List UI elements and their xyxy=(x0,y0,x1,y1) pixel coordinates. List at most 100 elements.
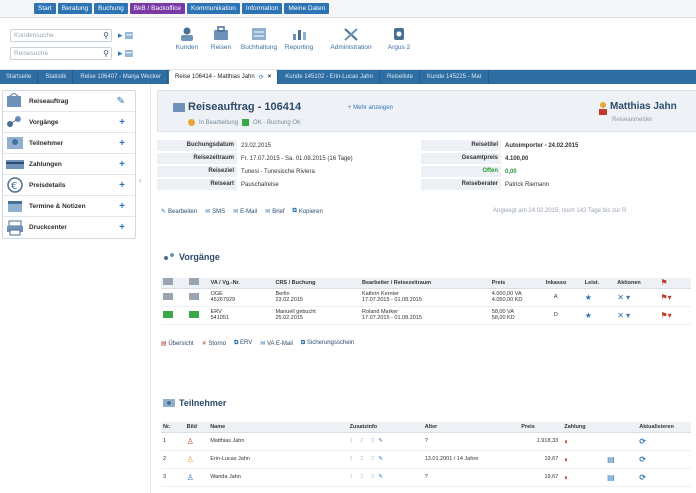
service-icon[interactable]: ★ xyxy=(585,293,592,302)
letter-button[interactable]: ✉ Brief xyxy=(265,208,284,216)
page-title: Reiseauftrag - 106414 xyxy=(188,101,302,113)
tab-kunde-145225[interactable]: Kunde 145225 - Mar xyxy=(421,70,489,84)
payment-icon[interactable]: ◐ xyxy=(564,473,569,482)
play-icon[interactable]: ▸ xyxy=(118,48,123,59)
email-icon: ✉ xyxy=(233,209,239,215)
info-open: Offen 0,00 xyxy=(421,166,517,177)
menu-backoffice[interactable]: BkB / Backoffice xyxy=(129,3,186,14)
cancel-icon: ✕ xyxy=(201,341,207,347)
person-icon xyxy=(599,102,607,115)
customer-search-input[interactable]: Kundensuche ⚲ xyxy=(10,29,112,42)
info-title: Reisetitel Autoimporter - 24.02.2015 xyxy=(421,140,578,151)
overview-button[interactable]: ▤ Übersicht xyxy=(161,340,194,347)
tab-kunde-145102[interactable]: Kunde 145102 - Erin-Lucas Jahn xyxy=(279,70,380,84)
payment-icon[interactable]: ◐ xyxy=(564,437,569,446)
service-icon[interactable]: ★ xyxy=(585,311,592,320)
edit-icon[interactable]: ✎ xyxy=(378,456,383,462)
update-icon[interactable]: ⟳ xyxy=(639,437,646,446)
row-type-icon xyxy=(163,292,173,300)
payments-icon xyxy=(6,160,24,169)
menu-buchung[interactable]: Buchung xyxy=(94,3,128,14)
menu-kommunikation[interactable]: Kommunikation xyxy=(187,3,240,14)
status-icon xyxy=(188,310,199,318)
collapse-sidebar-icon[interactable]: ‹ xyxy=(139,176,145,188)
menu-start[interactable]: Start xyxy=(34,3,56,14)
update-icon[interactable]: ⟳ xyxy=(639,455,646,464)
sidebar-item-termine[interactable]: Termine & Notizen + xyxy=(3,196,135,217)
more-info-link[interactable]: + Mehr anzeigen xyxy=(348,105,393,111)
section-vorgaenge-title: Vorgänge xyxy=(163,252,220,262)
tab-reise-106407[interactable]: Reise 106407 - Manja Wecker xyxy=(74,70,168,84)
table-row[interactable]: 2 ♙ Erin-Lucas Jahn 1 2 3 ✎ 13.01.2001 /… xyxy=(161,450,691,469)
sidebar-item-reiseauftrag[interactable]: Reiseauftrag ✎ xyxy=(3,91,135,112)
actions-dropdown-icon[interactable]: ✕ ▾ xyxy=(617,293,630,302)
menu-beratung[interactable]: Beratung xyxy=(57,3,93,14)
sms-button[interactable]: ✉ SMS xyxy=(205,208,225,216)
edit-button[interactable]: ✎ Bearbeiten xyxy=(161,208,197,216)
add-icon[interactable]: + xyxy=(119,180,125,191)
toolbar-reporting-button[interactable]: Reporting xyxy=(278,26,320,51)
table-row[interactable]: OGE 45267929 Berlin 23.02.2015 Kathrin Ker… xyxy=(161,288,691,307)
edit-icon[interactable]: ✎ xyxy=(117,96,125,107)
vorgaenge-table: VA / Vg.-Nr. CRS / Buchung Bearbeiter / … xyxy=(161,278,691,325)
edit-icon[interactable]: ✎ xyxy=(378,438,383,444)
table-row[interactable]: ERV 541051 Manuell gebucht 25.02.2015 Rola… xyxy=(161,306,691,325)
actions-dropdown-icon[interactable]: ✕ ▾ xyxy=(617,311,630,320)
search-icon[interactable]: ⚲ xyxy=(103,31,109,40)
participants-icon xyxy=(7,137,23,149)
edit-icon[interactable]: ✎ xyxy=(378,474,383,480)
security-certificate-button[interactable]: ⧉ Sicherungsschein xyxy=(301,340,354,347)
document-icon[interactable]: ▤ xyxy=(607,473,615,482)
sidebar-item-teilnehmer[interactable]: Teilnehmer + xyxy=(3,133,135,154)
toolbar-reisen-button[interactable]: Reisen xyxy=(200,26,242,51)
add-icon[interactable]: + xyxy=(119,117,125,128)
menu-meine-daten[interactable]: Meine Daten xyxy=(284,3,330,14)
sidebar-item-vorgaenge[interactable]: Vorgänge + xyxy=(3,112,135,133)
sidebar-item-druckcenter[interactable]: Druckcenter + xyxy=(3,217,135,238)
table-row[interactable]: 1 ♙ Matthias Jahn 1 2 3 ✎ ? 1.918,33 ◐ ⟳ xyxy=(161,432,691,451)
update-icon[interactable]: ⟳ xyxy=(639,473,646,482)
folder-icon[interactable]: ▤ xyxy=(125,30,134,41)
va-email-button[interactable]: ✉ VA E-Mail xyxy=(260,340,293,347)
tab-statistik[interactable]: Statistik xyxy=(39,70,74,84)
customer-name[interactable]: Matthias Jahn xyxy=(610,101,677,112)
document-icon[interactable]: ▤ xyxy=(607,455,615,464)
refresh-icon[interactable]: ⟳ xyxy=(259,74,264,81)
status-icon xyxy=(188,292,199,300)
payment-icon[interactable]: ◐ xyxy=(564,455,569,464)
toolbar-argus-button[interactable]: Argus 2 xyxy=(378,26,420,51)
play-icon[interactable]: ▸ xyxy=(118,30,123,41)
add-icon[interactable]: + xyxy=(119,159,125,170)
accounting-icon xyxy=(252,28,266,40)
add-icon[interactable]: + xyxy=(119,201,125,212)
info-destination: Reiseziel Tunesi - Tunesische Riviera xyxy=(157,166,315,177)
tab-reiseliste[interactable]: Reiseliste xyxy=(381,70,420,84)
copy-button[interactable]: ⧉ Kopieren xyxy=(293,208,323,215)
customers-icon xyxy=(181,27,193,41)
person-icon: ♙ xyxy=(186,472,194,482)
storno-button[interactable]: ✕ Storno xyxy=(202,340,226,347)
search-icon[interactable]: ⚲ xyxy=(103,49,109,58)
trip-search-input[interactable]: Reisesuche ⚲ xyxy=(10,47,112,60)
top-menu: Start Beratung Buchung BkB / Backoffice … xyxy=(0,0,696,18)
participants-icon xyxy=(163,399,175,407)
folder-icon[interactable]: ▤ xyxy=(125,48,134,59)
flag-icon[interactable]: ⚑▾ xyxy=(660,311,671,320)
add-icon[interactable]: + xyxy=(119,138,125,149)
order-header: Reiseauftrag - 106414 + Mehr anzeigen In… xyxy=(157,90,696,132)
table-row[interactable]: 3 ♙ Wanda Jahn 1 2 3 ✎ ? 19,67 ◐ ▤ ⟳ xyxy=(161,468,691,487)
sidebar-item-zahlungen[interactable]: Zahlungen + xyxy=(3,154,135,175)
email-button[interactable]: ✉ E-Mail xyxy=(233,208,257,216)
menu-information[interactable]: Information xyxy=(241,3,283,14)
person-icon: ♙ xyxy=(186,454,194,464)
toolbar-buchhaltung-button[interactable]: Buchhaltung xyxy=(238,26,280,51)
close-tab-icon[interactable]: × xyxy=(268,74,272,80)
tab-reise-106414[interactable]: Reise 106414 - Matthias Jahn ⟳ × xyxy=(168,70,279,84)
tab-startseite[interactable]: Startseite xyxy=(0,70,39,84)
select-all-icon[interactable] xyxy=(163,278,173,286)
toolbar-administration-button[interactable]: Administration xyxy=(330,26,372,51)
flag-icon[interactable]: ⚑▾ xyxy=(660,293,671,302)
erv-button[interactable]: ⧉ ERV xyxy=(234,340,252,347)
add-icon[interactable]: + xyxy=(119,222,125,233)
sidebar-item-preisdetails[interactable]: € Preisdetails + xyxy=(3,175,135,196)
